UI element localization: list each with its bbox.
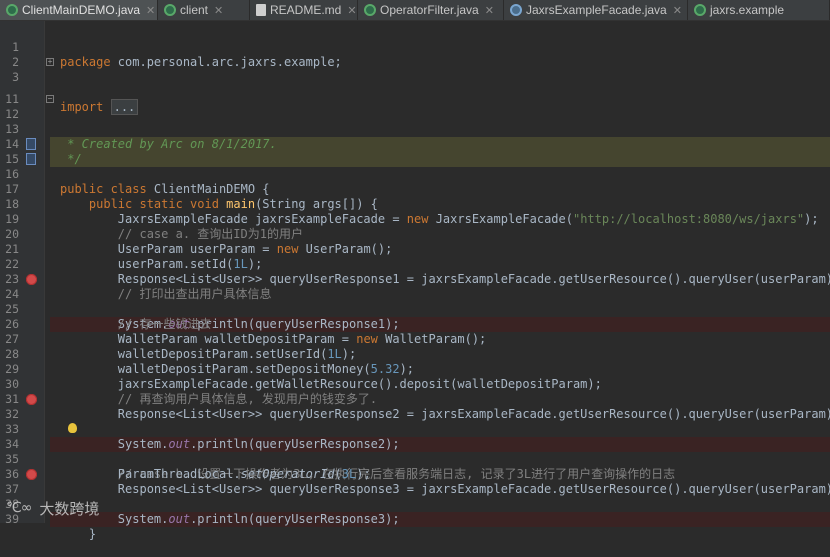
editor-tab-bar: ClientMainDEMO.java ✕ client ✕ README.md…	[0, 0, 830, 21]
tab-client[interactable]: client ✕	[158, 0, 250, 20]
code-editor[interactable]: 1 package com.personal.arc.jaxrs.example…	[0, 21, 830, 541]
code-line[interactable]: 11	[0, 77, 830, 106]
code-line[interactable]: 31 Response<List<User>> queryUserRespons…	[0, 377, 830, 421]
code-line[interactable]: 28 walletDepositParam.setDepositMoney(5.…	[0, 332, 830, 376]
code-line[interactable]: 21 userParam.setId(1L);	[0, 227, 830, 271]
tab-jaxrs-example[interactable]: jaxrs.example	[688, 0, 830, 20]
code-line[interactable]: 16 public static void main(String args[]…	[0, 152, 830, 211]
code-line[interactable]: 3 + import ...	[0, 55, 830, 115]
fold-expand-icon[interactable]: +	[46, 58, 54, 66]
close-icon[interactable]: ✕	[146, 4, 155, 17]
tab-label: README.md	[270, 3, 342, 17]
code-line[interactable]: 12 − /**	[0, 92, 830, 152]
code-line[interactable]: 18 JaxrsExampleFacade jaxrsExampleFacade…	[0, 182, 830, 226]
tab-label: jaxrs.example	[710, 3, 785, 17]
code-line[interactable]: 35 ParamThreadLocal.setOperatorId(3L);	[0, 437, 830, 481]
code-line[interactable]: 1 package com.personal.arc.jaxrs.example…	[0, 25, 830, 69]
lightbulb-icon[interactable]	[68, 423, 77, 433]
java-class-icon	[694, 4, 706, 16]
close-icon[interactable]: ✕	[214, 4, 223, 17]
document-icon	[256, 4, 266, 16]
run-method-icon[interactable]	[26, 153, 36, 165]
static-field: out	[168, 512, 191, 526]
code-line[interactable]: 27 walletDepositParam.setUserId(1L);	[0, 317, 830, 361]
code-text: .println(queryUserResponse3);	[190, 512, 400, 526]
code-line[interactable]: 37 System.out.println(queryUserResponse3…	[0, 467, 830, 527]
code-line[interactable]: 32 System.out.println(queryUserResponse2…	[0, 392, 830, 452]
code-line[interactable]: 30 // 再查询用户具体信息, 发现用户的钱变多了.	[0, 362, 830, 406]
java-class-icon	[6, 4, 18, 16]
code-line[interactable]: 36 Response<List<User>> queryUserRespons…	[0, 452, 830, 496]
interface-icon	[510, 4, 522, 16]
tab-label: ClientMainDEMO.java	[22, 3, 141, 17]
breakpoint-icon[interactable]	[26, 469, 37, 480]
fold-collapse-icon[interactable]: −	[46, 95, 54, 103]
code-line[interactable]: 33	[0, 407, 830, 436]
code-line[interactable]: 22 Response<List<User>> queryUserRespons…	[0, 242, 830, 286]
watermark-logo-icon: ℃∞	[6, 500, 32, 516]
code-line[interactable]: 25 // 存一些钱进去	[0, 287, 830, 331]
breakpoint-icon[interactable]	[26, 274, 37, 285]
code-line[interactable]: 29 jaxrsExampleFacade.getWalletResource(…	[0, 347, 830, 391]
breakpoint-icon[interactable]	[26, 394, 37, 405]
code-line[interactable]: 14 */	[0, 122, 830, 167]
code-line[interactable]: 38	[0, 482, 830, 511]
code-line[interactable]: 39 }	[0, 497, 830, 541]
code-line[interactable]: 24 System.out.println(queryUserResponse1…	[0, 272, 830, 332]
code-line[interactable]: 13 * Created by Arc on 8/1/2017.	[0, 107, 830, 152]
tab-label: JaxrsExampleFacade.java	[526, 3, 667, 17]
code-line[interactable]: 2	[0, 40, 830, 69]
code-line[interactable]: 34 // case b. 设置一下操作者为3L, 在执行完后查看服务端日志, …	[0, 422, 830, 481]
code-line[interactable]: 15 public class ClientMainDEMO {	[0, 137, 830, 196]
code-line[interactable]: 26 WalletParam walletDepositParam = new …	[0, 302, 830, 346]
java-class-icon	[364, 4, 376, 16]
close-icon[interactable]: ✕	[347, 4, 356, 17]
tab-operatorfilter[interactable]: OperatorFilter.java ✕	[358, 0, 504, 20]
code-text: }	[60, 527, 97, 541]
tab-jaxrsexamplefacade[interactable]: JaxrsExampleFacade.java ✕	[504, 0, 688, 20]
tab-clientmaindemo[interactable]: ClientMainDEMO.java ✕	[0, 0, 158, 20]
code-line[interactable]: 20 UserParam userParam = new UserParam()…	[0, 212, 830, 256]
code-line[interactable]: 23 // 打印出查出用户具体信息	[0, 257, 830, 301]
close-icon[interactable]: ✕	[673, 4, 682, 17]
code-line[interactable]: 17	[0, 167, 830, 196]
tab-label: client	[180, 3, 209, 17]
close-icon[interactable]: ✕	[485, 4, 494, 17]
tab-label: OperatorFilter.java	[380, 3, 479, 17]
watermark: ℃∞ 大数跨境	[6, 496, 99, 520]
run-class-icon[interactable]	[26, 138, 36, 150]
watermark-text: 大数跨境	[39, 499, 100, 518]
tab-readme[interactable]: README.md ✕	[250, 0, 358, 20]
java-class-icon	[164, 4, 176, 16]
code-line[interactable]: 19 // case a. 查询出ID为1的用户	[0, 197, 830, 241]
